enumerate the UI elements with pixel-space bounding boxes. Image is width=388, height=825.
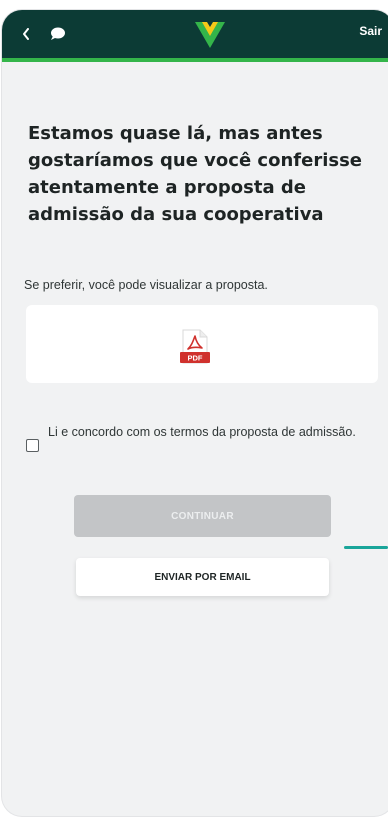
top-bar: Sair [2,10,388,58]
pdf-badge: PDF [188,354,203,363]
exit-button[interactable]: Sair [359,24,382,38]
chat-button[interactable] [47,22,69,46]
header-accent-line [2,58,388,62]
app-screen: Sair Estamos quase lá, mas antes gostarí… [2,10,388,816]
chevron-left-icon [23,28,29,40]
page-title: Estamos quase lá, mas antes gostaríamos … [28,123,363,225]
pdf-file-icon[interactable]: PDF [180,329,210,365]
view-proposal-hint: Se preferir, você pode visualizar a prop… [24,278,268,292]
sicredi-logo-icon [195,22,225,48]
back-button[interactable] [16,22,36,46]
send-email-button[interactable]: ENVIAR POR EMAIL [76,558,329,596]
agree-terms-label: Li e concordo com os termos da proposta … [48,425,356,439]
continue-button[interactable]: CONTINUAR [74,495,331,537]
agree-checkbox[interactable] [26,439,39,452]
chat-bubble-icon [51,27,65,40]
callout-pointer-line [344,546,388,549]
